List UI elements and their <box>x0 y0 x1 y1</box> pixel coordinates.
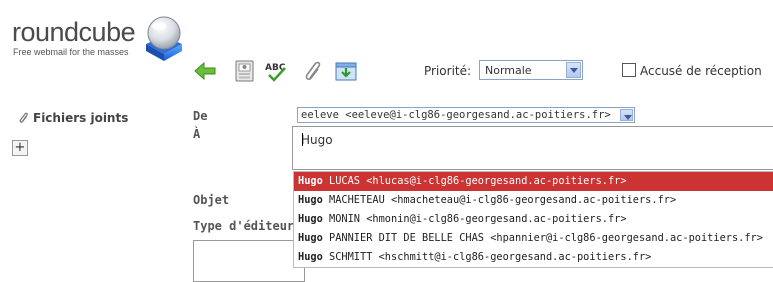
autocomplete-item[interactable]: Hugo MONIN <hmonin@i-clg86-georgesand.ac… <box>294 210 773 229</box>
from-value: eeleve <eeleve@i-clg86-georgesand.ac-poi… <box>301 109 611 121</box>
autocomplete-item[interactable]: Hugo PANNIER DIT DE BELLE CHAS <hpannier… <box>294 229 773 248</box>
subject-label: Objet <box>193 193 230 207</box>
priority-value: Normale <box>485 64 532 77</box>
autocomplete-item[interactable]: Hugo LUCAS <hlucas@i-clg86-georgesand.ac… <box>294 172 773 191</box>
logo-wordmark: roundcube <box>12 17 136 47</box>
save-draft-icon[interactable] <box>333 58 359 84</box>
text-caret <box>302 133 303 146</box>
to-value: Hugo <box>301 133 333 147</box>
autocomplete-list: Hugo LUCAS <hlucas@i-clg86-georgesand.ac… <box>293 171 773 268</box>
logo-tagline: Free webmail for the masses <box>13 47 129 57</box>
receipt-checkbox[interactable] <box>622 63 636 77</box>
roundcube-logo-icon <box>146 16 182 61</box>
autocomplete-item[interactable]: Hugo MACHETEAU <hmacheteau@i-clg86-georg… <box>294 191 773 210</box>
editor-type-select[interactable] <box>193 240 305 282</box>
address-book-icon[interactable] <box>232 58 258 84</box>
autocomplete-item[interactable]: Hugo SCHMITT <hschmitt@i-clg86-georgesan… <box>294 248 773 267</box>
from-label: De <box>193 109 208 123</box>
chevron-down-icon[interactable] <box>620 109 633 121</box>
to-label: À <box>193 127 201 141</box>
back-arrow-icon[interactable] <box>192 58 218 84</box>
editor-type-label: Type d'éditeur <box>193 219 295 233</box>
priority-select[interactable]: Normale <box>479 60 583 80</box>
chevron-down-icon[interactable] <box>566 62 581 78</box>
attachments-label: Fichiers joints <box>33 111 129 125</box>
paperclip-icon <box>19 112 28 123</box>
from-select[interactable]: eeleve <eeleve@i-clg86-georgesand.ac-poi… <box>297 107 635 123</box>
paperclip-icon[interactable] <box>301 58 327 84</box>
receipt-label: Accusé de réception <box>640 64 762 78</box>
priority-label: Priorité: <box>424 64 472 78</box>
to-input[interactable]: Hugo <box>292 126 773 170</box>
spellcheck-icon[interactable]: ABC <box>263 58 289 84</box>
add-attachment-button[interactable]: + <box>12 140 28 156</box>
